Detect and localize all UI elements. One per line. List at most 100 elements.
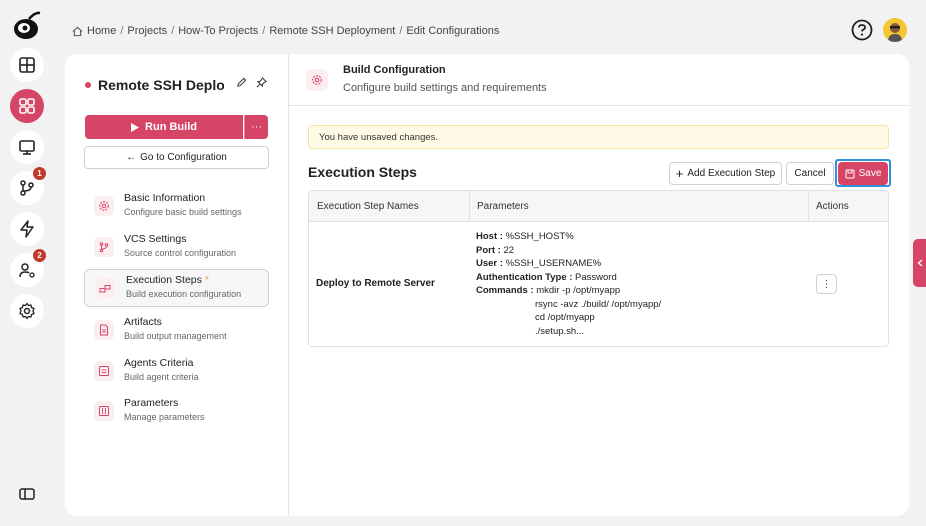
breadcrumb-projects[interactable]: Projects <box>127 25 167 37</box>
page-title: Build Configuration <box>343 64 446 76</box>
steps-icon <box>95 278 115 298</box>
breadcrumb-current: Edit Configurations <box>406 25 500 37</box>
nav-label: Agents Criteria <box>124 357 194 369</box>
panel-divider <box>288 54 289 516</box>
cancel-button[interactable]: Cancel <box>786 162 834 185</box>
nav-sub: Build execution configuration <box>126 289 242 299</box>
side-panel-toggle[interactable] <box>913 239 926 287</box>
gear-icon <box>306 69 328 91</box>
home-icon <box>72 26 83 36</box>
rail-monitor[interactable] <box>10 130 44 164</box>
run-build-label: Run Build <box>145 121 197 133</box>
header-divider <box>289 105 909 106</box>
branch-icon <box>94 237 114 257</box>
breadcrumb-home[interactable]: Home <box>87 25 116 37</box>
required-marker: * <box>204 274 209 286</box>
step-parameters: Host : %SSH_HOST% Port : 22 User : %SSH_… <box>476 230 661 338</box>
breadcrumb-project[interactable]: Remote SSH Deployment <box>269 25 395 37</box>
column-header: Parameters <box>477 201 529 212</box>
app-rail: 1 2 <box>0 0 54 526</box>
go-to-configuration-button[interactable]: ← Go to Configuration <box>84 146 269 169</box>
notification-badge: 2 <box>33 249 46 262</box>
column-header: Actions <box>816 201 849 212</box>
rail-dashboard[interactable] <box>10 48 44 82</box>
notification-badge: 1 <box>33 167 46 180</box>
nav-item-basic-information[interactable]: Basic Information Configure basic build … <box>84 187 269 225</box>
nav-label: Execution Steps <box>126 274 202 286</box>
status-dot <box>85 82 91 88</box>
gear-icon <box>19 302 35 320</box>
avatar[interactable] <box>883 18 907 42</box>
nav-sub: Build output management <box>124 331 227 341</box>
param-key: Commands : <box>476 285 534 296</box>
command-line: rsync -avz ./build/ /opt/myapp/ <box>535 298 662 310</box>
sidebar-toggle-icon[interactable] <box>18 485 36 503</box>
run-more-button[interactable]: ··· <box>244 115 268 139</box>
nav-item-parameters[interactable]: Parameters Manage parameters <box>84 392 269 430</box>
nav-item-execution-steps[interactable]: Execution Steps * Build execution config… <box>84 269 269 307</box>
more-vertical-icon: ⋮ <box>821 278 832 290</box>
edit-icon[interactable] <box>236 77 247 88</box>
table-header: Execution Step Names Parameters Actions <box>309 191 888 222</box>
column-header: Execution Step Names <box>317 201 419 212</box>
branch-icon <box>20 180 34 196</box>
breadcrumb-howto[interactable]: How-To Projects <box>178 25 258 37</box>
row-actions-button[interactable]: ⋮ <box>816 274 837 294</box>
gear-icon <box>94 196 114 216</box>
save-icon <box>845 169 855 178</box>
breadcrumb: Home / Projects / How-To Projects / Remo… <box>72 24 499 38</box>
nav-label: Basic Information <box>124 192 206 204</box>
add-execution-step-button[interactable]: + Add Execution Step <box>669 162 782 185</box>
nav-item-vcs-settings[interactable]: VCS Settings Source control configuratio… <box>84 228 269 266</box>
nav-item-agents-criteria[interactable]: Agents Criteria Build agent criteria <box>84 352 269 390</box>
section-title: Execution Steps <box>308 164 417 180</box>
goto-label: Go to Configuration <box>140 152 227 163</box>
monitor-icon <box>19 140 35 155</box>
more-label: ··· <box>251 121 262 133</box>
nav-sub: Source control configuration <box>124 248 237 258</box>
param-key: Port : <box>476 244 501 256</box>
command-line: ./setup.sh... <box>535 325 585 337</box>
save-button[interactable]: Save <box>838 162 888 185</box>
rail-settings[interactable] <box>10 294 44 328</box>
add-label: Add Execution Step <box>687 168 776 179</box>
apps-grid-icon <box>19 98 35 114</box>
param-value: %SSH_HOST% <box>505 231 574 242</box>
run-build-button[interactable]: Run Build <box>85 115 243 139</box>
command-line: cd /opt/myapp <box>535 312 595 323</box>
help-icon[interactable] <box>851 19 873 41</box>
chevron-left-icon <box>917 259 922 267</box>
nav-label: Artifacts <box>124 316 162 328</box>
agent-icon <box>94 361 114 381</box>
nav-item-artifacts[interactable]: Artifacts Build output management <box>84 311 269 349</box>
page-subtitle: Configure build settings and requirement… <box>343 82 547 94</box>
save-label: Save <box>858 168 882 179</box>
nav-label: VCS Settings <box>124 233 187 245</box>
rail-vcs[interactable]: 1 <box>10 167 46 205</box>
step-name: Deploy to Remote Server <box>316 278 435 289</box>
nav-label: Parameters <box>124 397 179 409</box>
sliders-icon <box>94 401 114 421</box>
app-logo-icon[interactable] <box>11 9 43 41</box>
rail-projects[interactable] <box>10 89 44 123</box>
users-settings-icon <box>19 263 35 278</box>
param-key: User : <box>476 258 503 269</box>
rail-actions[interactable] <box>10 212 44 246</box>
nav-sub: Build agent criteria <box>124 372 199 382</box>
execution-steps-table: Execution Step Names Parameters Actions … <box>308 190 889 347</box>
project-title: Remote SSH Deployment <box>98 77 224 93</box>
unsaved-changes-alert: You have unsaved changes. <box>308 125 889 149</box>
dashboard-icon <box>19 57 35 73</box>
rail-users[interactable]: 2 <box>10 249 46 287</box>
plus-icon: + <box>675 165 684 181</box>
param-key: Authentication Type : <box>476 271 573 283</box>
param-key: Host : <box>476 231 503 242</box>
cancel-label: Cancel <box>794 168 826 179</box>
alert-text: You have unsaved changes. <box>319 131 439 143</box>
param-value: %SSH_USERNAME% <box>505 258 602 269</box>
nav-sub: Manage parameters <box>124 412 205 422</box>
pin-icon[interactable] <box>256 77 267 88</box>
param-value: Password <box>575 271 617 283</box>
play-icon <box>131 122 140 132</box>
command-line: mkdir -p /opt/myapp <box>536 285 621 296</box>
